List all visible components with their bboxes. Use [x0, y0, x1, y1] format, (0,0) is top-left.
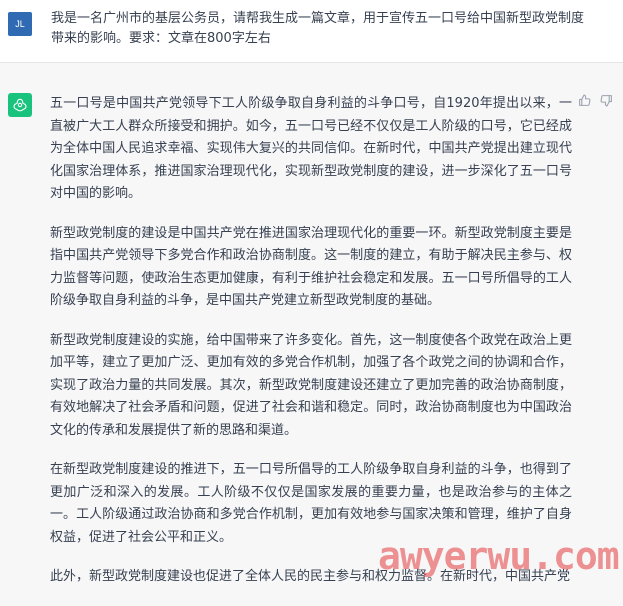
answer-paragraph: 新型政党制度的建设是中国共产党在推进国家治理现代化的重要一环。新型政党制度主要是… [50, 225, 572, 309]
user-message: JL 我是一名广州市的基层公务员，请帮我生成一篇文章，用于宣传五一口号给中国新型… [0, 0, 623, 63]
answer-paragraph: 此外，新型政党制度建设也促进了全体人民的民主参与和权力监督。在新时代，中国共产党 [50, 569, 571, 584]
answer-paragraph: 新型政党制度建设的实施，给中国带来了许多变化。首先，这一制度使各个政党在政治上更… [50, 332, 572, 438]
openai-logo-icon [8, 93, 32, 117]
answer-paragraph: 在新型政党制度建设的推进下，五一口号所倡导的工人阶级争取自身利益的斗争，也得到了… [50, 462, 572, 545]
assistant-message: 五一口号是中国共产党领导下工人阶级争取自身利益的斗争口号，自1920年提出以来，… [0, 63, 623, 588]
assistant-answer: 五一口号是中国共产党领导下工人阶级争取自身利益的斗争口号，自1920年提出以来，… [50, 93, 572, 606]
thumbs-down-icon[interactable] [599, 93, 613, 107]
answer-paragraph: 五一口号是中国共产党领导下工人阶级争取自身利益的斗争口号，自1920年提出以来，… [50, 96, 572, 201]
thumbs-up-icon[interactable] [577, 93, 591, 107]
feedback-buttons [577, 93, 613, 107]
user-avatar: JL [8, 12, 32, 36]
user-message-text: 我是一名广州市的基层公务员，请帮我生成一篇文章，用于宣传五一口号给中国新型政党制… [51, 11, 585, 46]
